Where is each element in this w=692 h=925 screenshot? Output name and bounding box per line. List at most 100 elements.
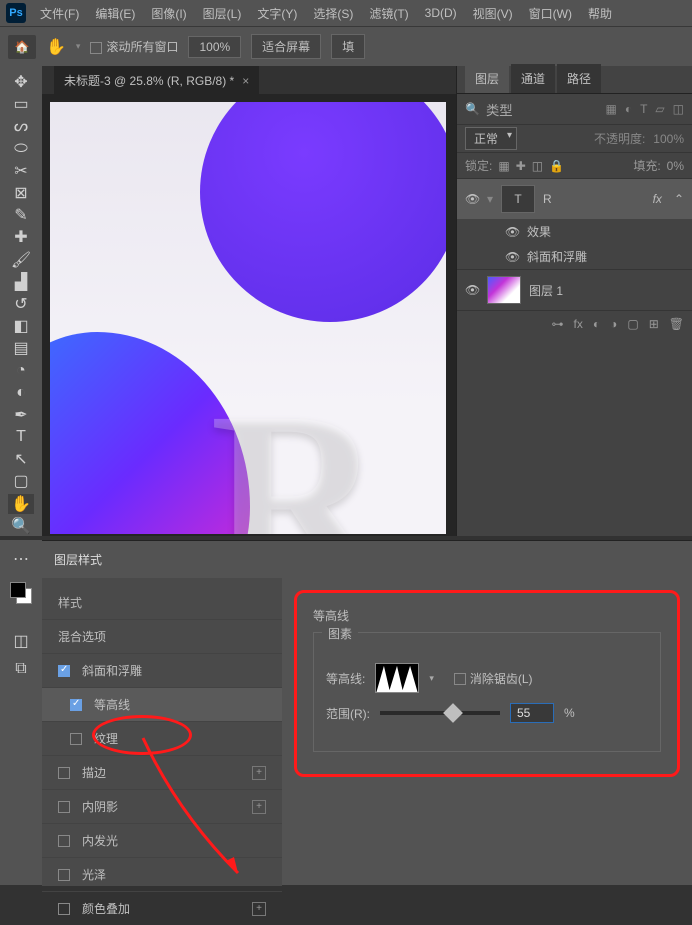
range-input[interactable]: 55	[510, 703, 554, 723]
history-brush-tool[interactable]: ↺	[8, 294, 34, 314]
bevel-row[interactable]: 👁 斜面和浮雕	[457, 244, 692, 269]
gradient-tool[interactable]: ▤	[8, 338, 34, 358]
contour-picker[interactable]	[375, 663, 419, 693]
type-tool[interactable]: T	[8, 427, 34, 447]
zoom-tool[interactable]: 🔍	[8, 516, 34, 536]
styles-heading[interactable]: 样式	[42, 586, 282, 619]
checkbox-icon[interactable]	[58, 869, 70, 881]
layer-filter-input[interactable]	[486, 102, 536, 117]
checkbox-icon[interactable]	[58, 903, 70, 915]
checkbox-icon[interactable]	[70, 699, 82, 711]
menu-help[interactable]: 帮助	[580, 5, 620, 22]
path-tool[interactable]: ↖	[8, 449, 34, 469]
fx-chevron-icon[interactable]: ⌃	[674, 192, 684, 206]
shape-tool[interactable]: ▢	[8, 471, 34, 491]
innerglow-row[interactable]: 内发光	[42, 823, 282, 857]
checkbox-icon[interactable]	[70, 733, 82, 745]
bevel-row[interactable]: 斜面和浮雕	[42, 653, 282, 687]
fit-screen-button[interactable]: 适合屏幕	[251, 34, 321, 59]
menu-select[interactable]: 选择(S)	[305, 5, 361, 22]
checkbox-icon[interactable]	[58, 835, 70, 847]
healing-tool[interactable]: ✚	[8, 227, 34, 247]
trash-icon[interactable]: 🗑	[669, 317, 684, 331]
tab-layers[interactable]: 图层	[465, 64, 509, 93]
stamp-tool[interactable]: ▟	[8, 272, 34, 292]
group-icon[interactable]: ▢	[627, 317, 638, 331]
effects-row[interactable]: 👁 效果	[457, 219, 692, 244]
contour-row[interactable]: 等高线	[42, 687, 282, 721]
close-icon[interactable]: ×	[242, 74, 249, 88]
dodge-tool[interactable]: ◐	[8, 383, 34, 403]
quickselect-tool[interactable]: ⬭	[8, 139, 34, 159]
eraser-tool[interactable]: ◧	[8, 316, 34, 336]
menu-image[interactable]: 图像(I)	[143, 5, 194, 22]
layer-row-1[interactable]: 👁 图层 1	[457, 269, 692, 310]
zoom-level[interactable]: 100%	[188, 36, 241, 58]
coloroverlay-row[interactable]: 颜色叠加+	[42, 891, 282, 925]
menu-layer[interactable]: 图层(L)	[195, 5, 250, 22]
innershadow-row[interactable]: 内阴影+	[42, 789, 282, 823]
satin-row[interactable]: 光泽	[42, 857, 282, 891]
document-tab[interactable]: 未标题-3 @ 25.8% (R, RGB/8) *×	[54, 66, 259, 95]
fill-adj-icon[interactable]: ◑	[610, 317, 617, 331]
plus-icon[interactable]: +	[252, 800, 266, 814]
lock-all-icon[interactable]: 🔒	[549, 159, 564, 173]
layer-row-r[interactable]: 👁 ▾ T R fx⌃	[457, 178, 692, 219]
checkbox-icon[interactable]	[58, 801, 70, 813]
new-layer-icon[interactable]: ⊞	[649, 317, 659, 331]
canvas[interactable]: R	[50, 102, 446, 534]
filter-type-icon[interactable]: T	[640, 102, 647, 116]
menu-file[interactable]: 文件(F)	[32, 5, 87, 22]
lock-artboard-icon[interactable]: ◫	[532, 159, 543, 173]
menu-edit[interactable]: 编辑(E)	[87, 5, 143, 22]
brush-tool[interactable]: 🖌	[8, 250, 34, 270]
antialias-option[interactable]: 消除锯齿(L)	[454, 670, 533, 687]
filter-adjust-icon[interactable]: ◐	[625, 102, 632, 116]
lock-pixels-icon[interactable]: ▦	[498, 159, 509, 173]
menu-3d[interactable]: 3D(D)	[417, 6, 465, 20]
fill-screen-button[interactable]: 填	[331, 34, 365, 59]
frame-tool[interactable]: ⊠	[8, 183, 34, 203]
visibility-icon[interactable]: 👁	[465, 192, 479, 206]
scroll-all-option[interactable]: 滚动所有窗口	[90, 38, 178, 55]
tab-paths[interactable]: 路径	[557, 64, 601, 93]
texture-row[interactable]: 纹理	[42, 721, 282, 755]
quickmask-tool[interactable]: ◫	[8, 628, 34, 654]
screenmode-tool[interactable]: ⧉	[8, 656, 34, 682]
visibility-icon[interactable]: 👁	[505, 250, 519, 264]
fx-icon[interactable]: fx	[574, 317, 583, 331]
edit-toolbar[interactable]: ⋯	[8, 546, 34, 572]
lock-position-icon[interactable]: ✚	[516, 159, 526, 173]
filter-image-icon[interactable]: ▦	[605, 102, 616, 116]
crop-tool[interactable]: ✂	[8, 161, 34, 181]
expand-icon[interactable]: ▾	[487, 192, 493, 206]
color-swatch[interactable]	[10, 582, 32, 604]
plus-icon[interactable]: +	[252, 902, 266, 916]
opacity-value[interactable]: 100%	[653, 132, 684, 146]
chevron-down-icon[interactable]: ▾	[429, 673, 434, 684]
mask-icon[interactable]: ◐	[593, 317, 600, 331]
blend-mode-select[interactable]: 正常	[465, 127, 517, 150]
home-button[interactable]: 🏠	[8, 35, 36, 59]
fx-badge[interactable]: fx	[653, 192, 662, 206]
hand-tool[interactable]: ✋	[8, 494, 34, 514]
filter-shape-icon[interactable]: ▱	[655, 102, 664, 116]
checkbox-icon[interactable]	[58, 767, 70, 779]
menu-view[interactable]: 视图(V)	[465, 5, 521, 22]
move-tool[interactable]: ✥	[8, 72, 34, 92]
menu-filter[interactable]: 滤镜(T)	[361, 5, 416, 22]
stroke-row[interactable]: 描边+	[42, 755, 282, 789]
eyedropper-tool[interactable]: ✎	[8, 205, 34, 225]
visibility-icon[interactable]: 👁	[505, 225, 519, 239]
blending-options-row[interactable]: 混合选项	[42, 619, 282, 653]
checkbox-icon[interactable]	[58, 665, 70, 677]
fill-value[interactable]: 0%	[667, 159, 684, 173]
link-icon[interactable]: ⊶	[552, 317, 564, 331]
range-slider[interactable]	[380, 711, 500, 715]
visibility-icon[interactable]: 👁	[465, 283, 479, 297]
tab-channels[interactable]: 通道	[511, 64, 555, 93]
plus-icon[interactable]: +	[252, 766, 266, 780]
menu-type[interactable]: 文字(Y)	[249, 5, 305, 22]
pen-tool[interactable]: ✒	[8, 405, 34, 425]
filter-smart-icon[interactable]: ◫	[673, 102, 684, 116]
